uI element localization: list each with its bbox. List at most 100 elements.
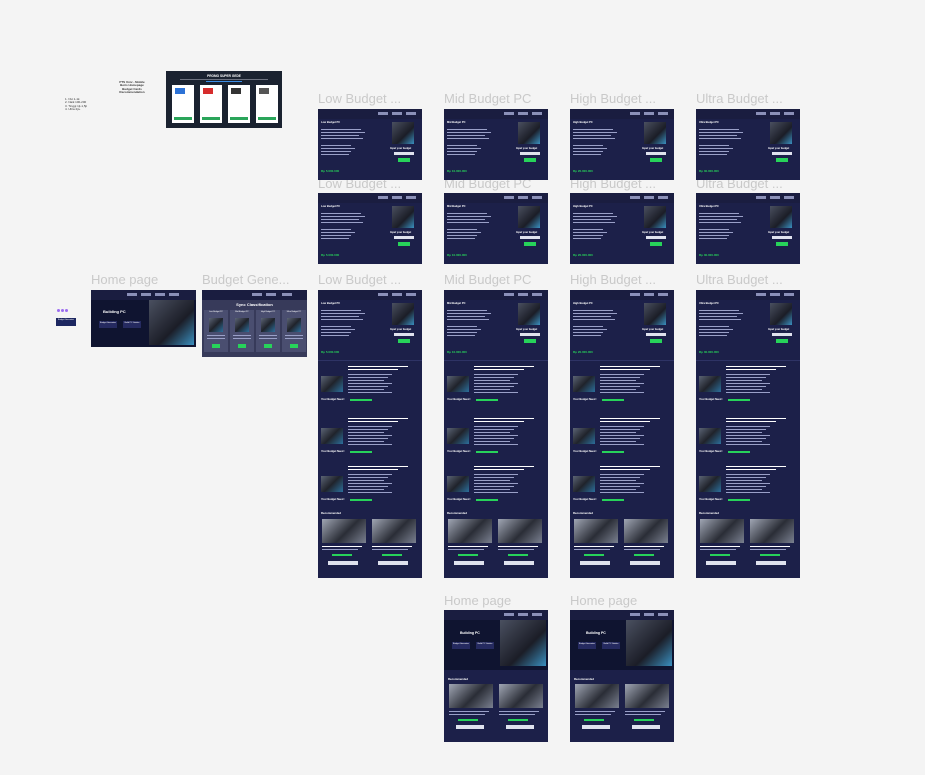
- price: Rp 30.000.000: [699, 350, 719, 354]
- budget-need-label: Your Budget Need :: [321, 450, 346, 453]
- promo-card[interactable]: [256, 85, 278, 123]
- recommended-card-image: [372, 519, 416, 543]
- budget-need-label: Your Budget Need :: [447, 450, 472, 453]
- recommended-card-image: [322, 519, 366, 543]
- promo-frame: PROMO SUPER GEDE: [166, 71, 282, 128]
- high-budget-frame: High Budget PC Input your budget Rp 20.0…: [570, 109, 674, 180]
- budget-need-label: Your Budget Need :: [447, 498, 472, 501]
- view-specs-button[interactable]: [582, 725, 610, 729]
- high-budget-detail-frame: High Budget PC Input your budget Rp 20.000…: [570, 290, 674, 578]
- pc-image: [518, 303, 540, 325]
- frame-label: Ultra Budget ...: [696, 272, 783, 287]
- view-specs-button[interactable]: [378, 561, 408, 565]
- go-button[interactable]: [524, 158, 536, 162]
- build-pc-guides-button[interactable]: Build PC Guides: [602, 642, 620, 649]
- budget-input[interactable]: [520, 236, 540, 239]
- price: Rp 20.000.000: [573, 350, 593, 354]
- product-image: [321, 428, 343, 444]
- budget-need-label: Your Budget Need :: [321, 398, 346, 401]
- budget-generator-button[interactable]: Budget Generator: [578, 642, 596, 649]
- view-specs-button[interactable]: [328, 561, 358, 565]
- product-image: [699, 376, 721, 392]
- promo-title: PROMO SUPER GEDE: [207, 74, 241, 78]
- go-button[interactable]: [524, 339, 536, 343]
- go-button[interactable]: [650, 158, 662, 162]
- budget-input[interactable]: [520, 152, 540, 155]
- page-header: High Budget PC: [573, 302, 593, 305]
- budget-generator-button[interactable]: Budget Generator: [99, 321, 117, 328]
- page-header: Ultra Budget PC: [699, 302, 719, 305]
- product-image: [447, 476, 469, 492]
- view-specs-button[interactable]: [580, 561, 610, 565]
- view-specs-button[interactable]: [706, 561, 736, 565]
- budget-need-label: Your Budget Need :: [699, 398, 724, 401]
- view-specs-button[interactable]: [456, 725, 484, 729]
- budget-gen-title: Sync Classification: [236, 302, 273, 307]
- budget-input[interactable]: [394, 152, 414, 155]
- budget-input[interactable]: [394, 333, 414, 336]
- mid-budget-frame: Mid Budget PC Input your budget Rp 10.00…: [444, 109, 548, 180]
- product-image: [447, 428, 469, 444]
- view-specs-button[interactable]: [504, 561, 534, 565]
- view-specs-button[interactable]: [630, 561, 660, 565]
- build-pc-guides-button[interactable]: Build PC Guides: [123, 321, 141, 328]
- go-button[interactable]: [650, 339, 662, 343]
- hero-pc-image: [149, 300, 194, 345]
- budget-need-label: Your Budget Need :: [573, 498, 598, 501]
- build-pc-guides-button[interactable]: Build PC Guides: [476, 642, 494, 649]
- recommended-card-image: [750, 519, 794, 543]
- go-button[interactable]: [776, 242, 788, 246]
- budget-input[interactable]: [394, 236, 414, 239]
- go-button[interactable]: [398, 242, 410, 246]
- frame-label: Home page: [570, 593, 638, 608]
- dots-icon: [57, 309, 69, 312]
- budget-input[interactable]: [520, 333, 540, 336]
- promo-card[interactable]: [228, 85, 250, 123]
- pc-image: [770, 303, 792, 325]
- product-image: [573, 476, 595, 492]
- input-label: Input your budget: [642, 328, 664, 331]
- recommended-card-image: [700, 519, 744, 543]
- budget-input[interactable]: [772, 333, 792, 336]
- go-button[interactable]: [398, 158, 410, 162]
- price: Rp 10.000.000: [447, 350, 467, 354]
- low-budget-detail-frame: Low Budget PC Input your budget Rp 5.000.0…: [318, 290, 422, 578]
- budget-input[interactable]: [772, 236, 792, 239]
- recommended-label: Recommended: [321, 511, 342, 515]
- go-button[interactable]: [776, 339, 788, 343]
- budget-need-label: Your Budget Need :: [321, 498, 346, 501]
- view-specs-button[interactable]: [756, 561, 786, 565]
- recommended-label: Recommended: [573, 511, 594, 515]
- input-label: Input your budget: [768, 328, 790, 331]
- mid-budget-detail-frame: Mid Budget PC Input your budget Rp 10.000.…: [444, 290, 548, 578]
- input-label: Input your budget: [390, 328, 412, 331]
- go-button[interactable]: [650, 242, 662, 246]
- budget-input[interactable]: [646, 333, 666, 336]
- frame-label: Budget Gene...: [202, 272, 290, 287]
- note-left: 1. Nvt 1-1k 2. Naik 100-200 3. Tinggi 1j…: [65, 97, 88, 112]
- page-header: Low Budget PC: [321, 302, 341, 305]
- budget-generator-mini-button[interactable]: Budget Generator: [56, 318, 76, 326]
- page-header: Low Budget PC: [321, 121, 341, 124]
- product-image: [699, 476, 721, 492]
- go-button[interactable]: [398, 339, 410, 343]
- view-specs-button[interactable]: [632, 725, 660, 729]
- budget-input[interactable]: [646, 152, 666, 155]
- home-frame: Building PC Budget Generator Build PC Gu…: [91, 290, 196, 347]
- promo-card[interactable]: [172, 85, 194, 123]
- ultra-budget-frame-2: Ultra Budget PC Input your budget Rp 30.…: [696, 193, 800, 264]
- product-image: [573, 376, 595, 392]
- go-button[interactable]: [524, 242, 536, 246]
- view-specs-button[interactable]: [454, 561, 484, 565]
- note-center: PTS Univ - Mobile Beris Homepage Budget …: [119, 80, 145, 95]
- frame-label: High Budget ...: [570, 91, 656, 106]
- promo-card[interactable]: [200, 85, 222, 123]
- view-specs-button[interactable]: [506, 725, 534, 729]
- go-button[interactable]: [776, 158, 788, 162]
- budget-input[interactable]: [646, 236, 666, 239]
- home-title: Building PC: [103, 309, 126, 314]
- budget-generator-button[interactable]: Budget Generator: [452, 642, 470, 649]
- frame-label: Mid Budget PC: [444, 272, 532, 287]
- product-image: [573, 428, 595, 444]
- budget-input[interactable]: [772, 152, 792, 155]
